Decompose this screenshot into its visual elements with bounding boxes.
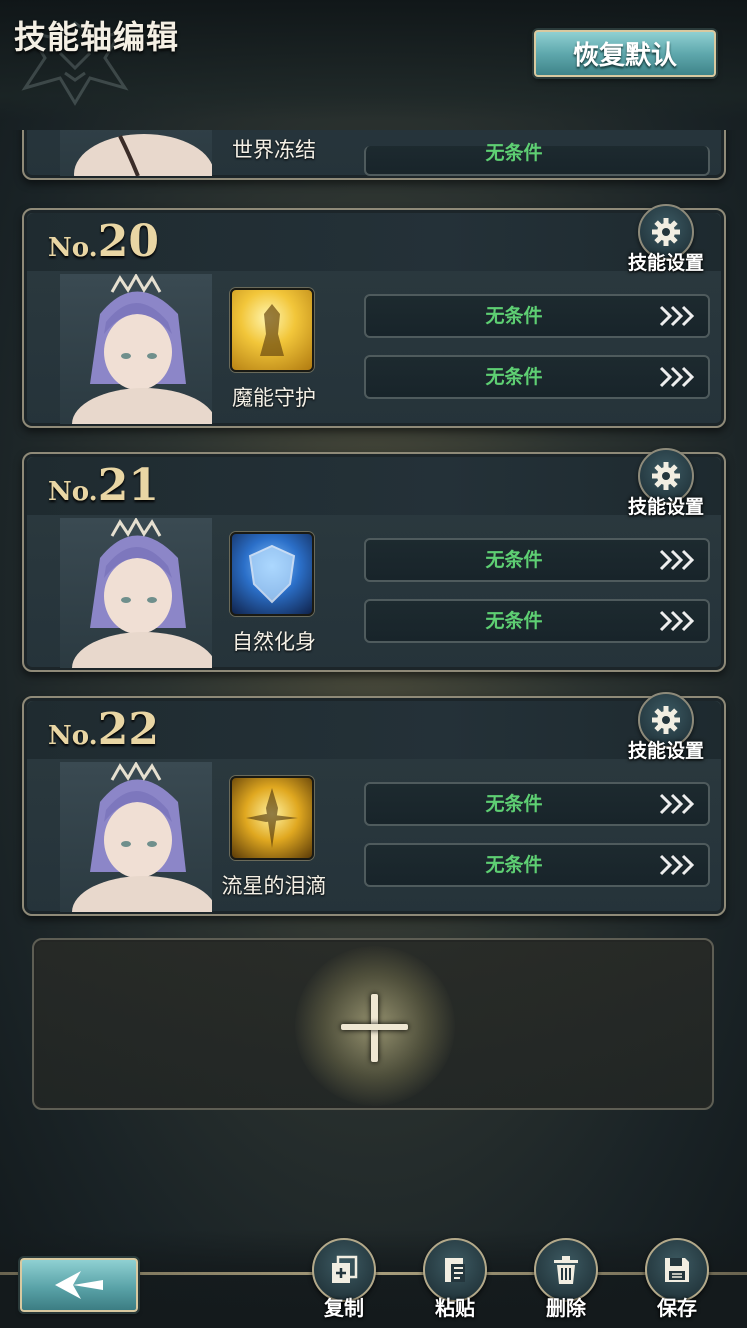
skill-order-number: No.22 [48,704,159,755]
skill-name: 流星的泪滴 [221,874,327,898]
save-icon [665,1258,689,1282]
skill-name: 世界冻结 [232,138,316,162]
paste-label: 粘贴 [435,1296,475,1320]
triple-chevron-right-icon [659,793,695,815]
triple-chevron-right-icon [659,549,695,571]
condition-row[interactable]: 无条件 [364,843,710,887]
gear-icon [652,706,680,734]
copy-label: 复制 [324,1296,364,1320]
restore-default-button[interactable]: 恢复默认 [534,30,716,77]
gear-icon [652,218,680,246]
skill-order-number: No.20 [48,216,159,267]
condition-row[interactable]: 无条件 [364,599,710,643]
page-title: 技能轴编辑 [14,18,180,56]
gear-icon [652,462,680,490]
delete-button[interactable]: 删除 [530,1236,602,1328]
condition-row[interactable]: 无条件 [364,294,710,338]
condition-row[interactable]: 无条件 [364,538,710,582]
skill-card: No.21 技能设置 自然化身 无条件 无条件 [22,448,726,672]
skill-card-partial: 世界冻结 无条件 [22,130,726,180]
copy-icon [332,1255,358,1283]
paste-button[interactable]: 粘贴 [419,1236,491,1328]
skill-timeline-list[interactable]: 世界冻结 无条件 No.20 技能设置 魔能守护 无条件 无条件 No.21 技… [0,130,747,1250]
golden-burst-icon [230,776,314,860]
character-portrait [60,762,212,912]
triple-chevron-right-icon [659,610,695,632]
skill-settings-label[interactable]: 技能设置 [620,492,712,519]
triple-chevron-right-icon [659,854,695,876]
plus-icon-bar [341,1024,408,1030]
golden-warrior-icon [230,288,314,372]
skill-settings-label[interactable]: 技能设置 [620,736,712,763]
skill-name: 魔能守护 [232,386,316,410]
triple-chevron-right-icon [659,305,695,327]
skill-settings-label[interactable]: 技能设置 [620,248,712,275]
paste-icon [445,1258,465,1282]
skill-name: 自然化身 [232,630,316,654]
triple-chevron-right-icon [659,366,695,388]
skill-card: No.22 技能设置 流星的泪滴 无条件 无条件 [22,692,726,916]
back-arrow-icon [55,1271,103,1299]
blue-shield-icon [230,532,314,616]
character-portrait [60,130,212,176]
add-skill-button[interactable] [32,938,714,1110]
copy-button[interactable]: 复制 [308,1236,380,1328]
trash-icon [554,1256,578,1284]
condition-row[interactable]: 无条件 [364,144,710,176]
delete-label: 删除 [546,1296,586,1320]
condition-row[interactable]: 无条件 [364,782,710,826]
save-button[interactable]: 保存 [641,1236,713,1328]
skill-card: No.20 技能设置 魔能守护 无条件 无条件 [22,204,726,428]
back-button[interactable] [20,1258,138,1312]
skill-order-number: No.21 [48,460,159,511]
character-portrait [60,274,212,424]
character-portrait [60,518,212,668]
save-label: 保存 [657,1296,697,1320]
condition-row[interactable]: 无条件 [364,355,710,399]
